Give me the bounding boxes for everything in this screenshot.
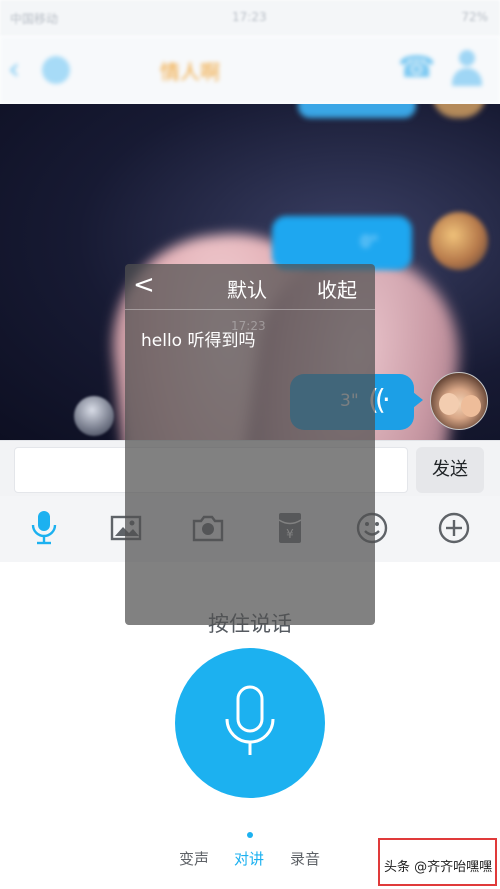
watermark: 头条 @齐齐咍嘿嘿 (378, 838, 497, 886)
send-button[interactable]: 发送 (416, 447, 484, 493)
contact-name[interactable]: 情人啊 (160, 56, 220, 85)
overlay-header: < 默认 收起 (125, 264, 375, 310)
my-avatar[interactable] (430, 372, 488, 430)
voice-duration: 0" (360, 232, 378, 251)
clock: 17:23 (232, 10, 267, 24)
overlay-default-label[interactable]: 默认 (227, 274, 267, 303)
overlay-collapse-button[interactable]: 收起 (317, 274, 357, 303)
transcript-text: hello 听得到吗 (141, 331, 256, 351)
carrier-label: 中国移动 (10, 12, 59, 26)
back-icon[interactable]: ‹ (8, 52, 20, 87)
phone-icon[interactable]: ☎ (398, 50, 435, 85)
mic-icon[interactable] (26, 510, 62, 546)
active-mode-indicator (247, 832, 253, 838)
mode-tab-intercom[interactable]: 对讲 (234, 848, 264, 869)
voice-message-bubble[interactable]: 0" (272, 216, 412, 270)
profile-icon[interactable] (452, 50, 482, 88)
avatar[interactable] (430, 212, 488, 270)
unread-badge (42, 56, 70, 84)
watermark-text: 头条 @齐齐咍嘿嘿 (384, 860, 493, 875)
plus-icon[interactable] (436, 510, 472, 546)
mode-tab-record[interactable]: 录音 (290, 848, 320, 869)
chat-header: ‹ 情人啊 ☎ (0, 36, 500, 104)
battery-level: 72% (461, 10, 488, 24)
status-bar: 中国移动 17:23 72% (0, 0, 500, 36)
contact-avatar[interactable] (74, 396, 114, 436)
mode-tab-voice-changer[interactable]: 变声 (179, 848, 209, 869)
mic-icon (225, 685, 275, 755)
speech-to-text-overlay: < 默认 收起 17:23 hello 听得到吗 (125, 264, 375, 625)
message-bubble[interactable] (298, 104, 416, 118)
avatar[interactable] (432, 104, 486, 118)
overlay-back-icon[interactable]: < (133, 270, 155, 300)
record-button[interactable] (175, 648, 325, 798)
